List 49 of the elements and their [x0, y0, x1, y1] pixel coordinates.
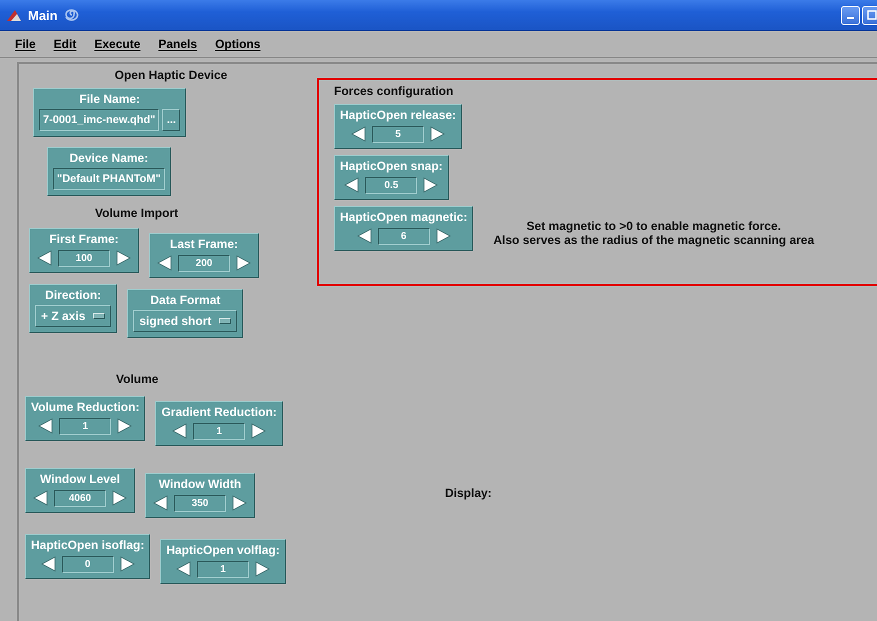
window-title: Main: [28, 8, 58, 22]
spinner-label: HapticOpen snap:: [340, 159, 443, 173]
file-name-field[interactable]: 7-0001_imc-new.qhd": [39, 109, 160, 131]
section-heading: Volume Import: [95, 206, 180, 220]
spinner-label: Window Level: [40, 472, 120, 486]
dropdown-label: Direction:: [45, 288, 102, 302]
browse-button[interactable]: ...: [162, 109, 180, 131]
value-field[interactable]: 1: [197, 560, 250, 578]
menu-item[interactable]: Panels: [149, 37, 206, 51]
option-menu[interactable]: + Z axis: [35, 305, 112, 327]
maximize-icon: [866, 10, 876, 20]
dropdown-label: Data Format: [150, 293, 220, 307]
section-heading: Forces configuration: [334, 84, 454, 98]
minimize-icon: [847, 17, 854, 19]
spinner-label: HapticOpen magnetic:: [340, 210, 468, 224]
value-field[interactable]: 1: [193, 422, 246, 440]
value-field[interactable]: 1: [59, 418, 112, 434]
menu-item[interactable]: Options: [206, 37, 270, 51]
spinner-label: Gradient Reduction:: [161, 405, 277, 419]
device-name-field[interactable]: "Default PHANToM": [53, 168, 165, 190]
field-label: File Name:: [79, 92, 140, 106]
value-field[interactable]: 200: [178, 254, 230, 272]
value-field[interactable]: 350: [174, 494, 226, 512]
spiral-icon: [64, 8, 80, 22]
section-heading: Volume: [116, 372, 160, 386]
spinner-label: First Frame:: [49, 232, 119, 246]
app-icon: [6, 8, 22, 22]
help-text: Set magnetic to >0 to enable magnetic force. Also serves as the radius of the magnetic scanning area: [493, 219, 814, 249]
spinner-label: Volume Reduction:: [31, 400, 140, 414]
spinner-label: HapticOpen isoflag:: [31, 538, 144, 552]
menu-item[interactable]: File: [6, 37, 45, 51]
option-menu[interactable]: signed short: [133, 310, 238, 332]
spinner-label: Window Width: [158, 477, 242, 491]
value-field[interactable]: 5: [372, 126, 424, 142]
maximize-button[interactable]: [862, 6, 877, 24]
display-label: Display:: [445, 486, 493, 500]
spinner-label: HapticOpen release:: [340, 108, 456, 122]
spinner-label: HapticOpen volflag:: [166, 543, 280, 557]
value-field[interactable]: 4060: [54, 490, 106, 506]
value-field[interactable]: 100: [58, 250, 110, 266]
menu-item[interactable]: Edit: [44, 37, 86, 51]
menu-item[interactable]: Execute: [85, 37, 150, 51]
spinner-label: Last Frame:: [170, 237, 238, 251]
value-field[interactable]: 6: [378, 228, 430, 244]
value-field[interactable]: 0: [62, 556, 114, 572]
section-heading: Open Haptic Device: [114, 68, 228, 82]
field-label: Device Name:: [70, 151, 148, 165]
minimize-button[interactable]: [841, 6, 860, 24]
value-field[interactable]: 0.5: [365, 176, 418, 194]
